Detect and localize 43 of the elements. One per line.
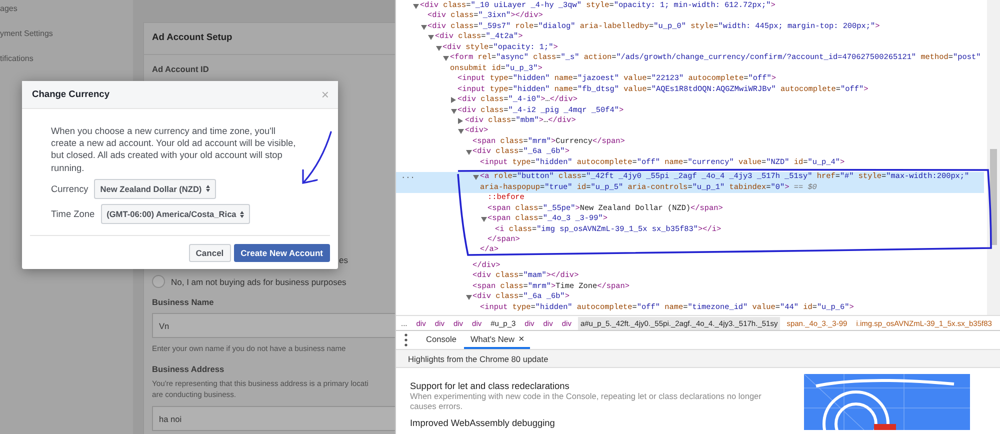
field-label: Business Address — [152, 364, 224, 374]
radio-button[interactable] — [152, 275, 165, 288]
disclosure-triangle-icon[interactable] — [413, 4, 419, 9]
sidebar-link[interactable]: yment Settings — [0, 29, 53, 38]
feature-description: When experimenting with new code in the Console, repeating let or class declarations no longer causes errors. — [410, 392, 762, 412]
disclosure-triangle-icon[interactable] — [428, 35, 434, 40]
close-icon[interactable]: × — [518, 332, 524, 346]
sort-caret-icon — [206, 185, 210, 192]
dialog-title: Change Currency — [32, 88, 110, 101]
field-label: Business Name — [152, 297, 214, 308]
field-label: Ad Account ID — [152, 64, 209, 74]
dropdown[interactable]: (GMT-06:00) America/Costa_Rica — [100, 204, 250, 224]
cancel-button[interactable]: Cancel — [188, 244, 231, 262]
sidebar-link[interactable]: ages — [0, 4, 18, 13]
hand-drawn-arrow — [302, 131, 332, 184]
dropdown[interactable]: New Zealand Dollar (NZD) — [94, 178, 216, 200]
create-account-button[interactable]: Create New Account — [234, 244, 330, 262]
tab[interactable]: Console — [420, 331, 462, 349]
scrollbar[interactable] — [987, 0, 1000, 315]
disclosure-triangle-icon[interactable] — [458, 118, 465, 124]
disclosure-triangle-icon[interactable] — [466, 295, 472, 300]
disclosure-triangle-icon[interactable] — [458, 129, 464, 134]
sort-caret-icon — [240, 210, 244, 218]
dialog-message: When you choose a new currency and time zone, you'll create a new ad account. Your old ad account will be visible, but closed. All ads created with your old account will stop running. — [51, 125, 297, 174]
more-menu-icon[interactable] — [404, 333, 408, 347]
radio-label: No, I am not buying ads for business purposes — [171, 276, 346, 288]
disclosure-triangle-icon[interactable] — [473, 175, 479, 180]
disclosure-triangle-icon[interactable] — [450, 108, 456, 114]
disclosure-triangle-icon[interactable] — [450, 97, 458, 104]
input-field[interactable]: ha noi — [152, 406, 395, 432]
drawer-banner: Highlights from the Chrome 80 update — [396, 350, 1000, 368]
disclosure-triangle-icon[interactable] — [420, 24, 426, 30]
disclosure-triangle-icon[interactable] — [436, 46, 442, 51]
input-field[interactable]: Vn — [152, 312, 395, 338]
disclosure-triangle-icon[interactable] — [466, 150, 472, 156]
radio-label: es — [339, 255, 348, 266]
card-title: Ad Account Setup — [144, 23, 395, 55]
disclosure-triangle-icon[interactable] — [443, 56, 449, 62]
field-label: Currency — [51, 182, 88, 196]
feature-title: Improved WebAssembly debugging — [410, 417, 556, 430]
disclosure-triangle-icon[interactable] — [480, 217, 486, 222]
field-label: Time Zone — [51, 208, 95, 220]
feature-title: Support for let and class redeclarations — [410, 380, 570, 392]
